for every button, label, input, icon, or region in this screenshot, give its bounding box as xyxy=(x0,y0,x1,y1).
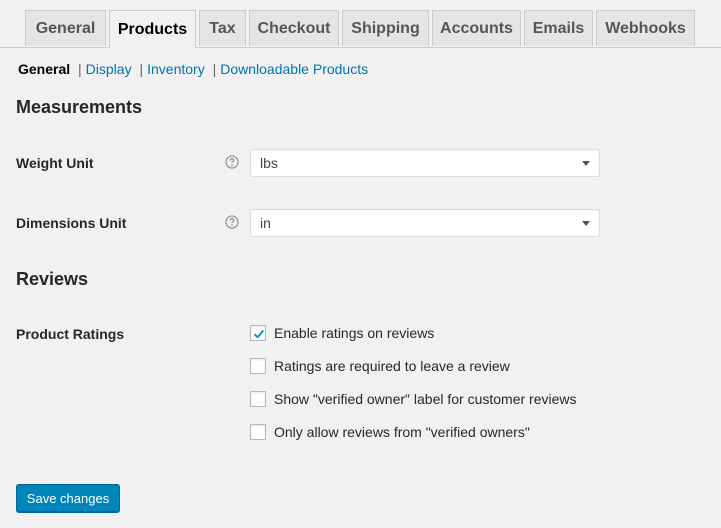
checkmark-icon xyxy=(253,329,265,339)
checkbox-label: Enable ratings on reviews xyxy=(274,325,435,341)
tab-label: Webhooks xyxy=(605,19,686,37)
subnav-current-general: General xyxy=(18,61,71,77)
help-icon[interactable] xyxy=(225,215,239,229)
checkbox-label: Only allow reviews from "verified owners… xyxy=(274,424,530,440)
help-icon[interactable] xyxy=(225,155,239,169)
checkbox[interactable] xyxy=(250,391,266,407)
tab-label: Checkout xyxy=(257,19,331,37)
tab-tax[interactable]: Tax xyxy=(199,10,246,46)
section-subnav: General | Display | Inventory | Downloadabl… xyxy=(18,61,368,77)
verified-owners-only-option[interactable]: Only allow reviews from "verified owners… xyxy=(250,422,530,442)
subnav-link-inventory[interactable]: Inventory xyxy=(147,61,205,77)
tab-emails[interactable]: Emails xyxy=(524,10,593,46)
product-ratings-label: Product Ratings xyxy=(16,326,125,342)
tab-label: General xyxy=(35,19,96,37)
checkbox-label: Show "verified owner" label for customer… xyxy=(274,391,577,407)
checkbox[interactable] xyxy=(250,358,266,374)
weight-unit-select[interactable]: lbs xyxy=(250,149,600,177)
ratings-required-option[interactable]: Ratings are required to leave a review xyxy=(250,356,510,376)
tab-bar: General Products Tax Checkout Shipping A… xyxy=(0,0,721,48)
tab-label: Tax xyxy=(209,19,236,37)
save-changes-button[interactable]: Save changes xyxy=(16,484,120,512)
settings-page: General Products Tax Checkout Shipping A… xyxy=(0,0,721,528)
tab-checkout[interactable]: Checkout xyxy=(249,10,339,46)
tab-shipping[interactable]: Shipping xyxy=(342,10,429,46)
reviews-heading: Reviews xyxy=(16,269,89,289)
weight-unit-label: Weight Unit xyxy=(16,155,94,171)
checkbox[interactable] xyxy=(250,325,266,341)
weight-unit-value: lbs xyxy=(260,155,278,171)
enable-ratings-option[interactable]: Enable ratings on reviews xyxy=(250,323,434,343)
tab-webhooks[interactable]: Webhooks xyxy=(596,10,695,46)
verified-owner-label-option[interactable]: Show "verified owner" label for customer… xyxy=(250,389,577,409)
tab-label: Emails xyxy=(532,19,585,37)
tab-accounts[interactable]: Accounts xyxy=(432,10,521,46)
subnav-separator: | xyxy=(78,61,82,77)
dimensions-unit-label: Dimensions Unit xyxy=(16,215,127,231)
tab-label: Shipping xyxy=(351,19,420,37)
subnav-link-downloadable-products[interactable]: Downloadable Products xyxy=(220,61,368,77)
subnav-link-display[interactable]: Display xyxy=(86,61,132,77)
tab-label: Accounts xyxy=(440,19,513,37)
tab-products[interactable]: Products xyxy=(109,10,196,48)
subnav-separator: | xyxy=(212,61,217,77)
tab-label: Products xyxy=(117,20,188,38)
chevron-down-icon xyxy=(582,161,590,166)
dimensions-unit-select[interactable]: in xyxy=(250,209,600,237)
subnav-separator: | xyxy=(139,61,144,77)
tab-general[interactable]: General xyxy=(25,10,106,46)
dimensions-unit-value: in xyxy=(260,215,271,231)
checkbox[interactable] xyxy=(250,424,266,440)
save-button-label: Save changes xyxy=(26,490,110,506)
chevron-down-icon xyxy=(582,221,590,226)
checkbox-label: Ratings are required to leave a review xyxy=(274,358,510,374)
measurements-heading: Measurements xyxy=(16,97,143,117)
